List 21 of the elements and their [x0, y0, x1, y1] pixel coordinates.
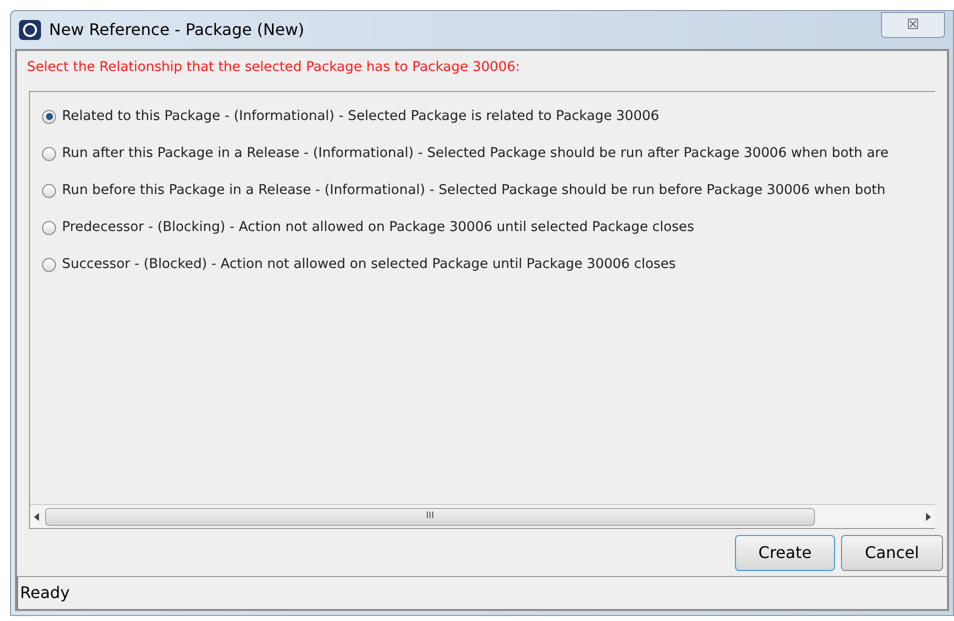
radio-option[interactable]: Run before this Package in a Release - (Informational) - Selected Package should be run before Package 30006 when both	[42, 180, 935, 201]
horizontal-scrollbar[interactable]: III	[30, 504, 935, 528]
close-button[interactable]: ☒	[881, 12, 945, 38]
instruction-text: Select the Relationship that the selected Package has to Package 30006:	[26, 58, 521, 77]
app-logo-icon	[19, 20, 41, 40]
radio-option[interactable]: Successor - (Blocked) - Action not allowed on selected Package until Package 30006 closes	[42, 254, 935, 275]
radio-button[interactable]	[42, 258, 56, 272]
radio-button[interactable]	[42, 146, 56, 160]
create-button[interactable]: Create	[735, 534, 835, 570]
radio-button[interactable]	[42, 110, 56, 124]
status-bar: Ready	[17, 577, 947, 609]
radio-option[interactable]: Related to this Package - (Informational) - Selected Package is related to Package 30006	[42, 106, 935, 127]
scrollbar-thumb[interactable]: III	[45, 508, 815, 526]
radio-option[interactable]: Run after this Package in a Release - (Informational) - Selected Package should be run after Package 30006 when both are	[42, 143, 935, 164]
radio-button[interactable]	[42, 184, 56, 198]
scroll-right-icon[interactable]	[926, 512, 931, 520]
window-title: New Reference - Package (New)	[49, 19, 304, 41]
radio-button[interactable]	[42, 220, 56, 234]
cancel-button[interactable]: Cancel	[841, 534, 943, 570]
scroll-left-icon[interactable]	[34, 512, 39, 520]
radio-option[interactable]: Predecessor - (Blocking) - Action not allowed on Package 30006 until selected Package closes	[42, 217, 935, 238]
